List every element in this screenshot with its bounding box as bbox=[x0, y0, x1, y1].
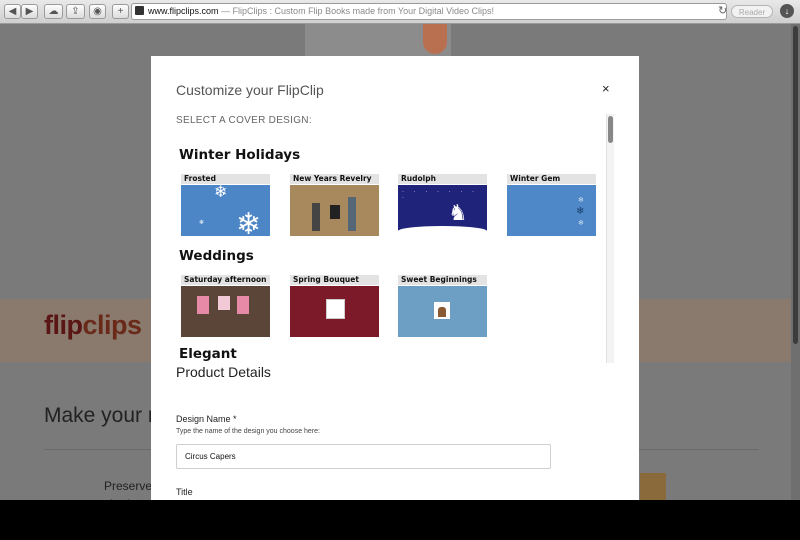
design-card-sweet-beginnings[interactable]: Sweet Beginnings bbox=[398, 275, 487, 337]
design-label: Saturday afternoon bbox=[181, 275, 270, 285]
share-button[interactable]: ⇪ bbox=[66, 4, 85, 19]
page-scrollbar-thumb[interactable] bbox=[793, 26, 798, 344]
address-bar[interactable]: www.flipclips.com — FlipClips : Custom F… bbox=[131, 3, 727, 20]
bouquet-badge bbox=[326, 299, 345, 319]
new-tab-button[interactable]: + bbox=[112, 4, 129, 19]
heart-card bbox=[218, 296, 230, 310]
close-button[interactable]: × bbox=[602, 81, 610, 96]
cake-shape bbox=[438, 307, 446, 317]
reload-icon[interactable]: ↻ bbox=[718, 3, 727, 20]
customize-dialog: Customize your FlipClip × SELECT A COVER… bbox=[151, 56, 639, 500]
design-label: Frosted bbox=[181, 174, 270, 184]
browser-toolbar: ◀ ▶ ☁ ⇪ ◉ + www.flipclips.com — FlipClip… bbox=[0, 0, 800, 24]
downloads-icon[interactable]: ↓ bbox=[780, 4, 794, 18]
design-card-spring-bouquet[interactable]: Spring Bouquet bbox=[290, 275, 379, 337]
rudolph-thumbnail: ♞ · · · · · · · · bbox=[398, 185, 487, 236]
frosted-thumbnail: ❄ ❄ ❄ bbox=[181, 185, 270, 236]
winter-gem-thumbnail: ❄ ❄ ❄ bbox=[507, 185, 596, 236]
snowflake-icon: ❄ bbox=[236, 208, 262, 236]
page-scrollbar[interactable] bbox=[791, 24, 800, 500]
glass-shape bbox=[330, 205, 340, 219]
reader-button[interactable]: Reader bbox=[731, 5, 773, 18]
cover-design-list[interactable]: Winter Holidays Frosted ❄ ❄ ❄ New Years … bbox=[175, 134, 615, 362]
logo-clips: clips bbox=[82, 310, 143, 340]
dress-card bbox=[237, 296, 249, 314]
snowflake-icon: ❄ bbox=[578, 220, 584, 227]
hand-image bbox=[423, 24, 447, 54]
back-arrow-icon: ◀ bbox=[8, 6, 17, 17]
forward-arrow-icon: ▶ bbox=[25, 6, 34, 17]
design-card-saturday-afternoon[interactable]: Saturday afternoon bbox=[181, 275, 270, 337]
category-title-elegant: Elegant bbox=[179, 346, 237, 362]
logo-flip: flip bbox=[44, 310, 83, 340]
design-card-winter-gem[interactable]: Winter Gem ❄ ❄ ❄ bbox=[507, 174, 596, 236]
cover-design-label: SELECT A COVER DESIGN: bbox=[176, 115, 312, 126]
design-card-frosted[interactable]: Frosted ❄ ❄ ❄ bbox=[181, 174, 270, 236]
spring-bouquet-thumbnail bbox=[290, 286, 379, 337]
forward-button[interactable]: ▶ bbox=[21, 4, 38, 19]
intro-line-2: cheri bbox=[104, 497, 130, 500]
bottle-shape bbox=[348, 197, 356, 231]
saturday-afternoon-thumbnail bbox=[181, 286, 270, 337]
cover-list-scrollbar[interactable] bbox=[606, 114, 614, 363]
design-name-label: Design Name * bbox=[176, 414, 237, 424]
page-heading: Make your m bbox=[44, 404, 166, 427]
url-text: www.flipclips.com bbox=[148, 6, 219, 16]
cover-list-scrollbar-thumb[interactable] bbox=[608, 116, 613, 143]
page-intro-text: Preserve cheri bbox=[104, 477, 152, 500]
sweet-beginnings-thumbnail bbox=[398, 286, 487, 337]
design-label: New Years Revelry bbox=[290, 174, 379, 184]
category-title-winter-holidays: Winter Holidays bbox=[179, 147, 301, 163]
design-name-help: Type the name of the design you choose h… bbox=[176, 428, 320, 435]
design-name-input[interactable] bbox=[176, 444, 551, 469]
share-icon: ⇪ bbox=[71, 6, 80, 17]
snowflake-icon: ❄ bbox=[576, 206, 585, 217]
design-label: Spring Bouquet bbox=[290, 275, 379, 285]
flipclips-logo[interactable]: flipclips bbox=[44, 310, 142, 341]
title-separator: — bbox=[221, 6, 231, 16]
dress-card bbox=[197, 296, 209, 314]
top-sites-button[interactable]: ◉ bbox=[89, 4, 106, 19]
page-thumbnail-image bbox=[640, 473, 666, 500]
dialog-title: Customize your FlipClip bbox=[176, 82, 324, 98]
page-title-text: FlipClips : Custom Flip Books made from … bbox=[232, 6, 494, 16]
reindeer-icon: ♞ bbox=[448, 200, 468, 225]
stars-decoration: · · · · · · · · bbox=[402, 189, 478, 201]
plus-icon: + bbox=[117, 6, 124, 17]
snowflake-icon: ❄ bbox=[578, 197, 584, 204]
hero-image bbox=[305, 24, 451, 56]
icloud-tabs-button[interactable]: ☁ bbox=[44, 4, 63, 19]
snowflake-icon: ❄ bbox=[199, 220, 205, 226]
snowflake-icon: ❄ bbox=[214, 185, 228, 201]
design-label: Winter Gem bbox=[507, 174, 596, 184]
snow-ground bbox=[398, 226, 487, 236]
design-label: Sweet Beginnings bbox=[398, 275, 487, 285]
top-sites-icon: ◉ bbox=[93, 6, 102, 17]
bottle-shape bbox=[312, 203, 320, 231]
new-years-thumbnail bbox=[290, 185, 379, 236]
design-card-new-years-revelry[interactable]: New Years Revelry bbox=[290, 174, 379, 236]
back-button[interactable]: ◀ bbox=[4, 4, 21, 19]
site-favicon-icon bbox=[135, 6, 144, 15]
intro-line-1: Preserve bbox=[104, 479, 153, 493]
cloud-icon: ☁ bbox=[48, 6, 59, 17]
category-title-weddings: Weddings bbox=[179, 248, 254, 264]
product-details-heading: Product Details bbox=[176, 364, 271, 380]
design-label: Rudolph bbox=[398, 174, 487, 184]
title-label: Title bbox=[176, 487, 193, 497]
design-card-rudolph[interactable]: Rudolph ♞ · · · · · · · · bbox=[398, 174, 487, 236]
